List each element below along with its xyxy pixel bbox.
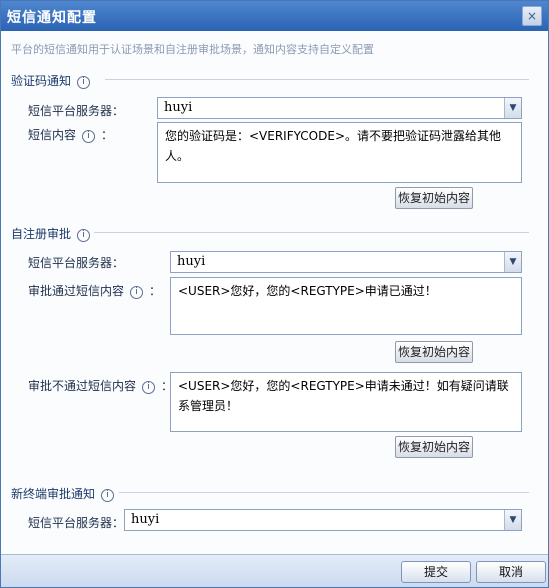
chevron-down-icon[interactable]: ▼ [504,252,521,272]
sms-config-dialog: 短信通知配置 × 平台的短信通知用于认证场景和自注册审批场景，通知内容支持自定义… [0,0,549,588]
approve-fail-label: 审批不通过短信内容 i： [28,379,174,394]
info-icon[interactable]: i [130,286,144,299]
info-icon[interactable]: i [142,381,156,394]
dialog-title: 短信通知配置 [7,10,97,26]
section-divider [119,492,529,493]
section-title-self-register: 自注册审批 i [11,225,91,242]
approve-pass-label: 审批通过短信内容 i： [28,284,162,299]
server-select-value: huyi [164,100,193,115]
reset-content-button-verify[interactable]: 恢复初始内容 [395,187,473,209]
content-label-verify: 短信内容 i： [28,128,114,143]
section-title-new-terminal: 新终端审批通知 i [11,485,115,502]
description-text: 平台的短信通知用于认证场景和自注册审批场景，通知内容支持自定义配置 [11,43,374,56]
server-label: 短信平台服务器： [28,104,125,118]
info-icon[interactable]: i [82,130,96,143]
cancel-button[interactable]: 取消 [476,561,546,583]
content-textarea-verify[interactable]: 您的验证码是：<VERIFYCODE>。请不要把验证码泄露给其他人。 [157,122,522,183]
server-label: 短信平台服务器： [28,516,125,530]
info-icon[interactable]: i [77,229,91,242]
approve-fail-textarea[interactable]: <USER>您好，您的<REGTYPE>申请未通过！如有疑问请联系管理员！ [170,372,522,432]
reset-content-button-pass[interactable]: 恢复初始内容 [395,341,473,363]
section-divider [105,79,529,80]
server-select-value: huyi [131,512,160,527]
submit-button[interactable]: 提交 [401,561,471,583]
server-label: 短信平台服务器： [28,256,125,270]
server-select-value: huyi [177,254,206,269]
section-divider [94,232,529,233]
server-select-verify[interactable]: huyi ▼ [157,97,522,119]
info-icon[interactable]: i [101,489,115,502]
approve-pass-textarea[interactable]: <USER>您好，您的<REGTYPE>申请已通过！ [170,277,522,335]
info-icon[interactable]: i [77,76,91,89]
chevron-down-icon[interactable]: ▼ [504,510,521,530]
dialog-footer: 提交 取消 [1,554,548,587]
section-title-verify-code: 验证码通知 i [11,72,91,89]
chevron-down-icon[interactable]: ▼ [504,98,521,118]
server-select-terminal[interactable]: huyi ▼ [124,509,522,531]
close-icon: × [526,9,538,23]
reset-content-button-fail[interactable]: 恢复初始内容 [395,436,473,458]
title-bar[interactable]: 短信通知配置 × [1,1,548,31]
close-button[interactable]: × [522,6,542,26]
server-select-register[interactable]: huyi ▼ [170,251,522,273]
